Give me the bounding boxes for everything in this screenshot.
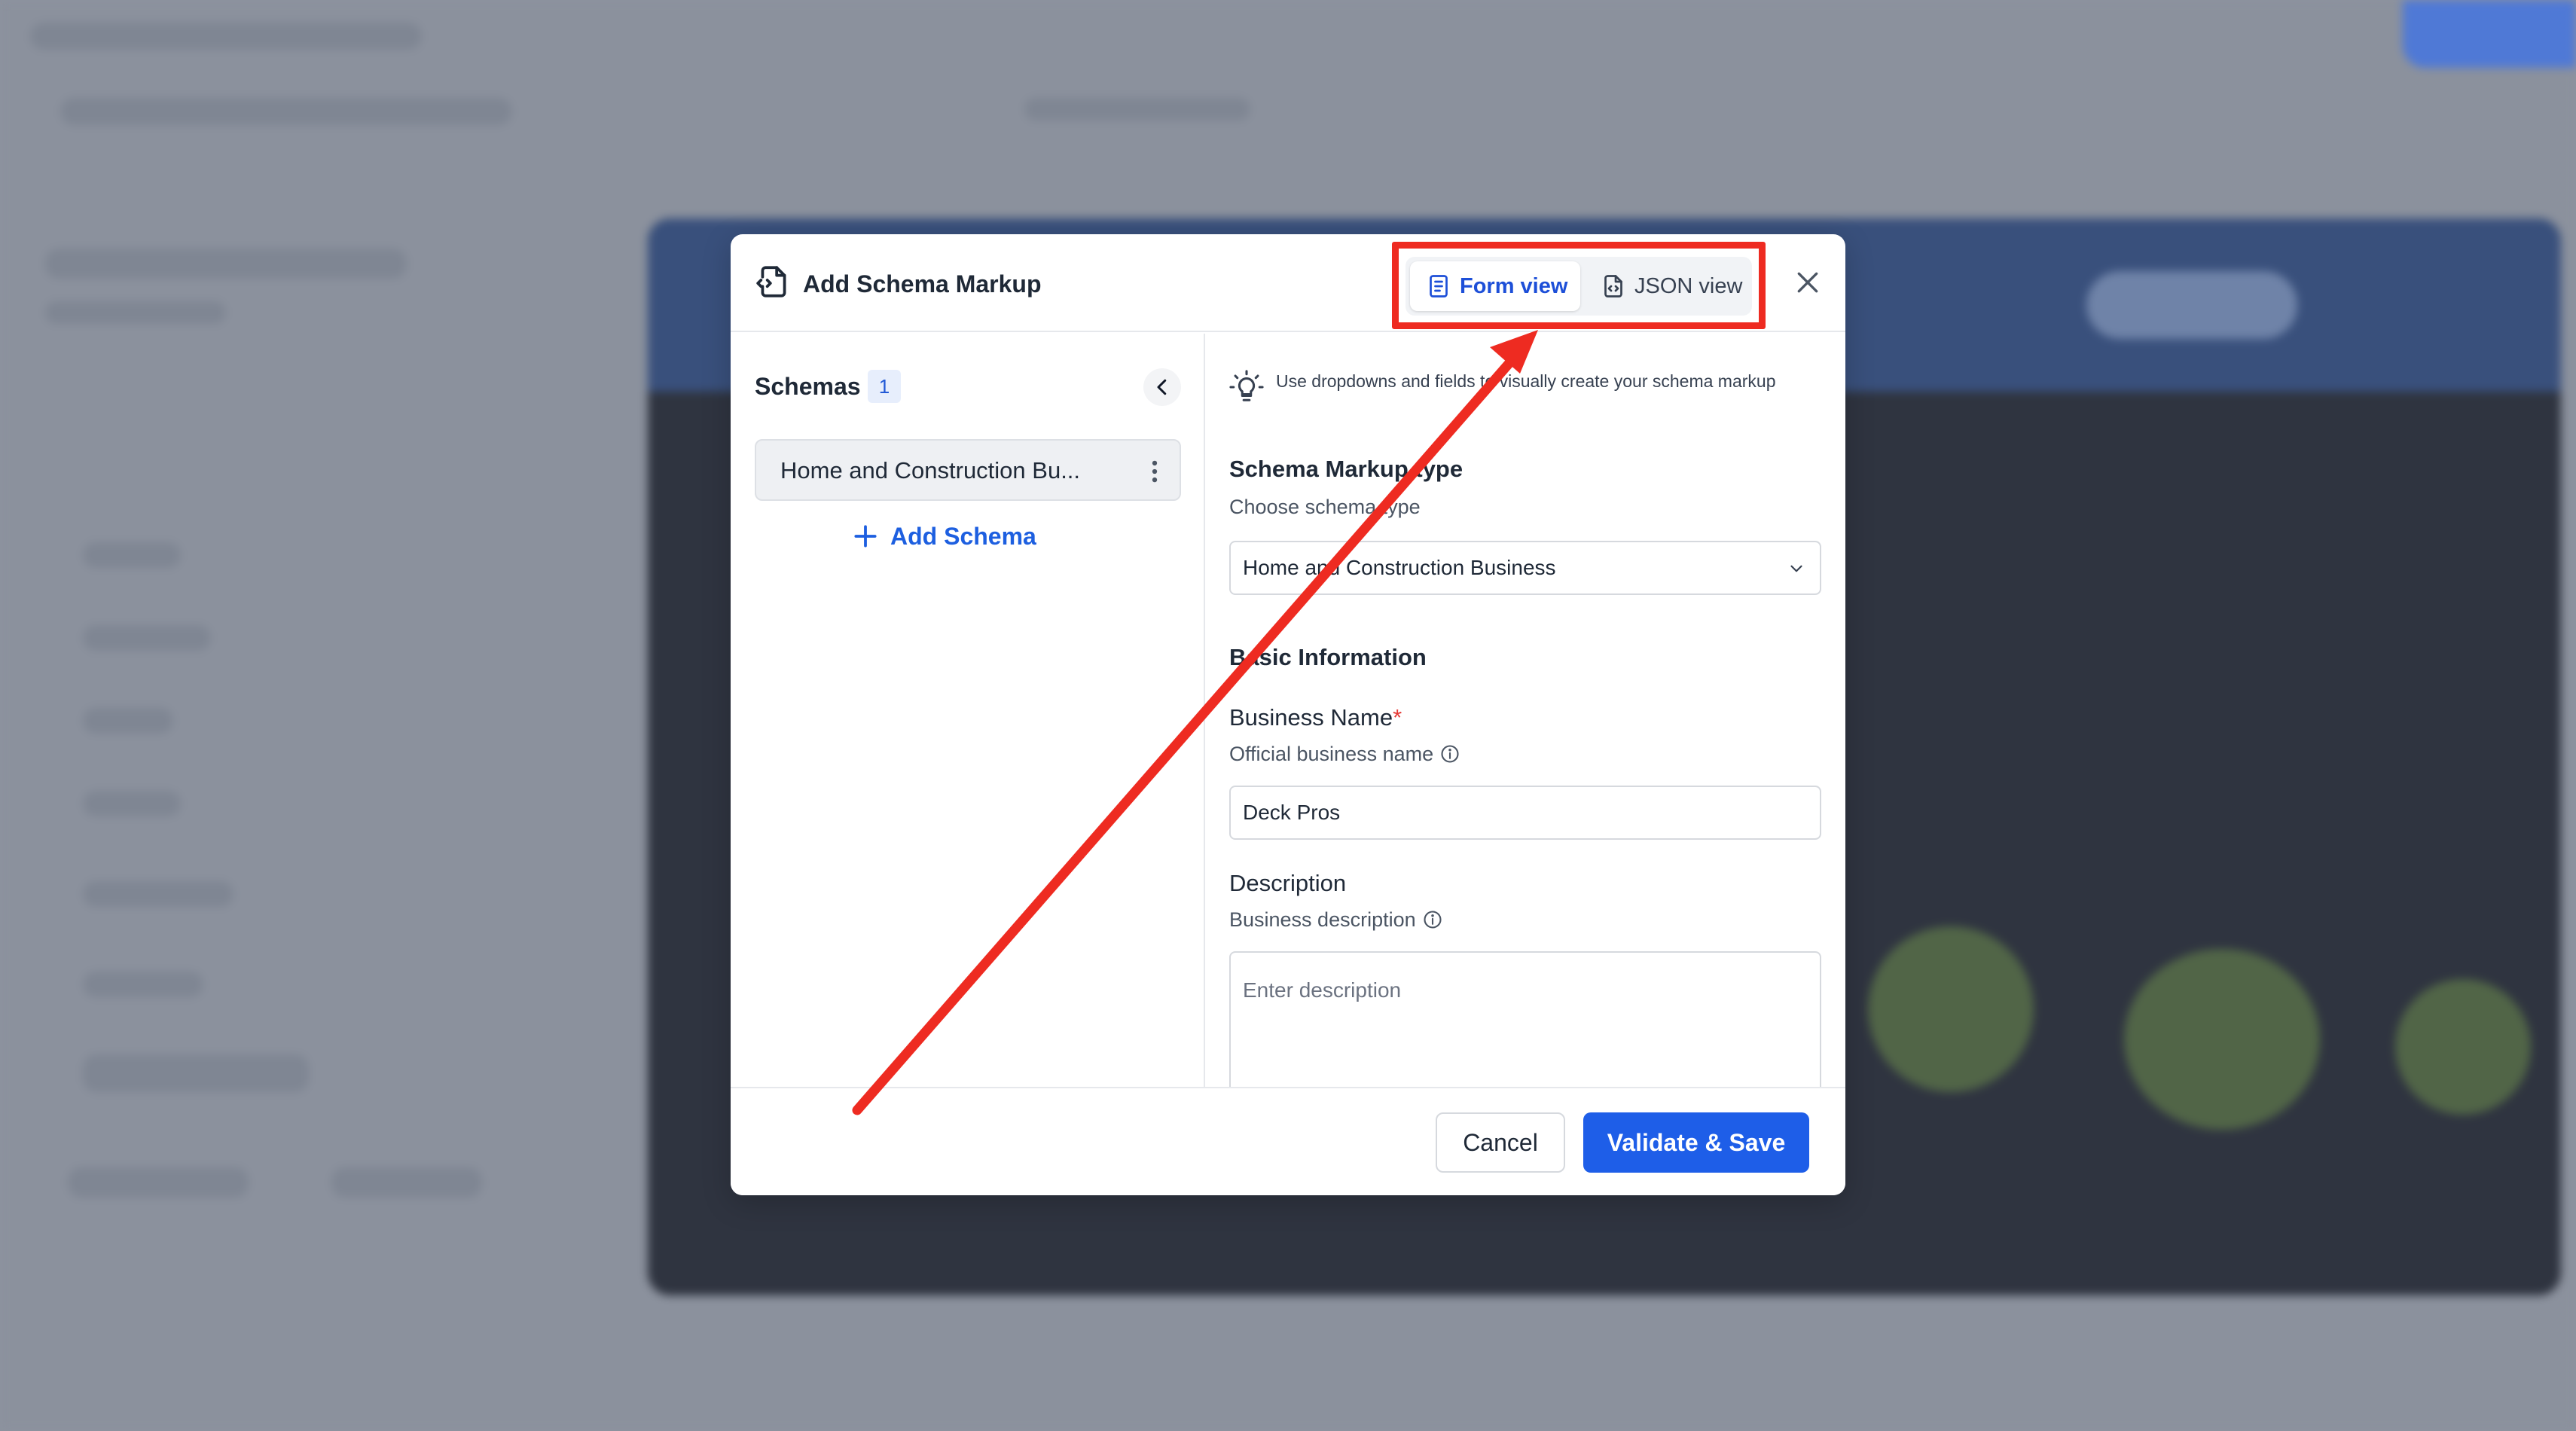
description-textarea[interactable]: Enter description: [1229, 951, 1821, 1087]
schemas-sidebar: Schemas 1 Home and Construction Bu... Ad…: [731, 334, 1205, 1087]
schema-item-label: Home and Construction Bu...: [780, 457, 1081, 484]
description-subtitle: Business description: [1229, 906, 1443, 933]
business-name-input[interactable]: Deck Pros: [1229, 786, 1821, 840]
add-schema-label: Add Schema: [890, 522, 1036, 550]
close-icon[interactable]: [1793, 267, 1823, 297]
required-asterisk: *: [1393, 704, 1402, 731]
modal-title: Add Schema Markup: [803, 270, 1042, 297]
description-placeholder: Enter description: [1243, 978, 1402, 1002]
schemas-count-badge: 1: [868, 370, 901, 403]
schema-file-icon: [756, 266, 786, 297]
add-schema-modal: Add Schema Markup Form view JSON view Sc…: [731, 234, 1845, 1195]
modal-header: Add Schema Markup Form view JSON view: [731, 234, 1845, 332]
schemas-heading: Schemas: [755, 373, 861, 400]
lightbulb-icon: [1229, 370, 1264, 401]
form-hint-text: Use dropdowns and fields to visually cre…: [1276, 371, 1776, 391]
chevron-left-icon: [1157, 379, 1167, 395]
cancel-button[interactable]: Cancel: [1436, 1112, 1565, 1173]
plus-icon: [854, 525, 877, 548]
validate-save-button[interactable]: Validate & Save: [1583, 1112, 1809, 1173]
description-label: Description: [1229, 870, 1347, 896]
business-name-subtitle: Official business name: [1229, 740, 1460, 767]
collapse-sidebar-button[interactable]: [1143, 368, 1181, 406]
modal-footer: Cancel Validate & Save: [731, 1087, 1845, 1195]
schema-form: Use dropdowns and fields to visually cre…: [1207, 334, 1845, 1087]
schema-type-selected-value: Home and Construction Business: [1243, 556, 1556, 579]
business-name-label: Business Name*: [1229, 703, 1402, 733]
business-name-value: Deck Pros: [1243, 801, 1341, 824]
info-icon[interactable]: [1439, 743, 1460, 764]
business-name-subtitle-text: Official business name: [1229, 743, 1434, 765]
business-name-label-text: Business Name: [1229, 704, 1393, 731]
description-subtitle-text: Business description: [1229, 908, 1416, 931]
info-icon[interactable]: [1422, 909, 1443, 930]
more-vertical-icon[interactable]: [1143, 457, 1166, 486]
schema-type-subtitle-text: Choose schema type: [1229, 496, 1421, 518]
add-schema-button[interactable]: Add Schema: [851, 522, 1036, 551]
annotation-highlight-box: [1392, 242, 1766, 329]
basic-information-title: Basic Information: [1229, 644, 1427, 670]
schema-type-subtitle: Choose schema type: [1229, 493, 1421, 520]
schema-type-title: Schema Markup type: [1229, 456, 1463, 482]
schema-type-select[interactable]: Home and Construction Business: [1229, 541, 1821, 595]
schema-list-item[interactable]: Home and Construction Bu...: [755, 439, 1181, 501]
chevron-down-icon: [1790, 565, 1802, 572]
